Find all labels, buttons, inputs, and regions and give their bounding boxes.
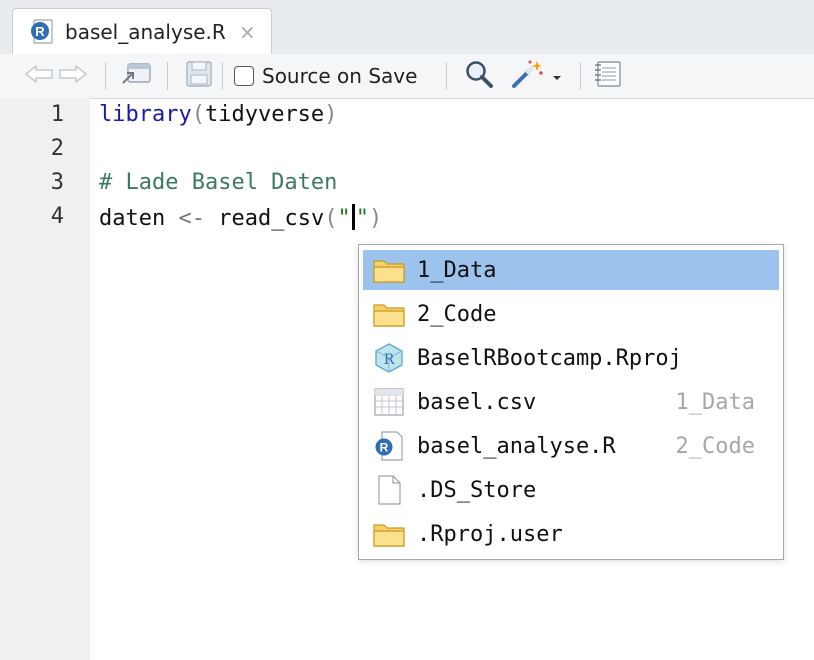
editor-toolbar: Source on Save [0,54,814,99]
show-in-new-window-button[interactable] [120,54,152,98]
autocomplete-item-label: BaselRBootcamp.Rproj [417,345,682,371]
code-token: tidyverse [204,102,325,127]
find-replace-button[interactable] [464,54,494,98]
compile-report-icon [594,60,624,92]
code-token: ) [324,102,338,127]
autocomplete-item-label: .Rproj.user [417,521,563,547]
toolbar-divider [446,62,447,90]
line-number: 4 [50,204,64,229]
toolbar-divider [222,62,223,90]
code-line[interactable]: daten <- read_csv(" ") [99,204,382,231]
svg-text:R: R [380,441,389,455]
code-tools-button[interactable] [510,54,562,98]
autocomplete-item[interactable]: 1_Data [363,250,779,290]
autocomplete-item[interactable]: basel.csv 1_Data [363,382,779,422]
code-line[interactable]: library(tidyverse) [99,102,337,127]
rproj-icon: R [371,340,407,376]
chevron-down-icon[interactable] [552,67,562,86]
tab-title: basel_analyse.R [65,20,226,44]
autocomplete-item[interactable]: .DS_Store [363,470,779,510]
svg-text:R: R [384,352,395,368]
source-on-save-label: Source on Save [262,64,418,88]
folder-icon [371,252,407,288]
line-number: 3 [50,170,64,195]
autocomplete-popup: 1_Data 2_Code R BaselRBootcamp.Rproj bas… [358,244,784,560]
code-token: # Lade Basel Daten [99,170,338,195]
save-icon [185,60,213,92]
source-on-save-checkbox[interactable]: Source on Save [234,54,417,98]
checkbox-box[interactable] [234,66,254,86]
blank-file-icon [371,472,407,508]
csv-table-icon [371,384,407,420]
show-in-window-icon [120,61,152,91]
code-token: ) [368,206,383,231]
line-number: 1 [50,102,64,127]
close-icon[interactable]: × [239,20,256,44]
back-button[interactable] [24,54,54,98]
code-token: library [99,102,192,127]
autocomplete-item[interactable]: R basel_analyse.R 2_Code [363,426,779,466]
forward-button[interactable] [58,54,88,98]
code-token: " [355,206,369,231]
autocomplete-item-hint: 2_Code [675,433,755,459]
text-cursor [351,204,355,230]
autocomplete-item[interactable]: R BaselRBootcamp.Rproj [363,338,779,378]
line-number: 2 [50,136,64,161]
code-token: " [337,206,351,231]
code-token: ( [324,206,338,231]
r-file-icon: R [371,428,407,464]
toolbar-divider [167,62,168,90]
back-arrow-icon [24,63,54,89]
autocomplete-item[interactable]: 2_Code [363,294,779,334]
code-token: read_csv [204,206,325,231]
autocomplete-item-label: basel.csv [417,389,537,415]
compile-report-button[interactable] [594,54,624,98]
code-token: <- [178,206,205,231]
editor-tab-bar: R basel_analyse.R × [0,0,814,55]
autocomplete-item[interactable]: .Rproj.user [363,514,779,554]
autocomplete-item-label: .DS_Store [417,477,537,503]
folder-icon [371,296,407,332]
autocomplete-item-hint: 1_Data [675,389,755,415]
tab-basel-analyse[interactable]: R basel_analyse.R × [12,8,272,54]
code-token: ( [191,102,205,127]
code-token: daten [99,206,179,231]
svg-text:R: R [35,24,45,39]
search-icon [464,59,494,93]
code-line[interactable]: # Lade Basel Daten [99,170,337,195]
toolbar-divider [105,62,106,90]
forward-arrow-icon [58,63,88,89]
autocomplete-item-label: basel_analyse.R [417,433,616,459]
r-file-icon: R [29,19,55,49]
save-button[interactable] [185,54,213,98]
folder-icon [371,516,407,552]
code-tools-wand-icon [510,59,546,93]
toolbar-divider [580,62,581,90]
autocomplete-item-label: 1_Data [417,257,497,283]
autocomplete-item-label: 2_Code [417,301,497,327]
